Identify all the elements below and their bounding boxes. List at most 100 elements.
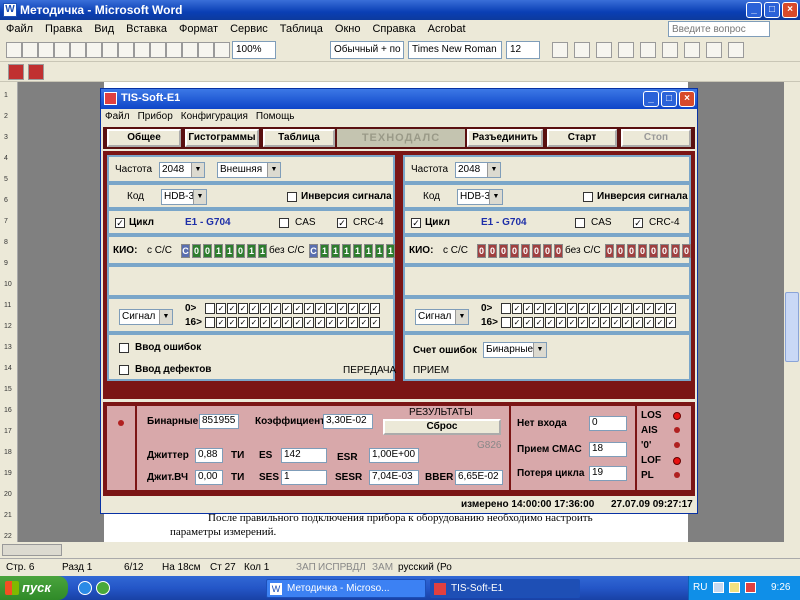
timeslot-checkbox[interactable]: ✓ bbox=[304, 317, 314, 328]
bold-icon[interactable] bbox=[552, 42, 568, 58]
tab-table[interactable]: Таблица bbox=[263, 129, 335, 147]
tx-signal-select[interactable]: Сигнал bbox=[119, 309, 173, 325]
timeslot-checkbox[interactable]: ✓ bbox=[512, 303, 522, 314]
timeslot-checkbox[interactable] bbox=[205, 303, 215, 314]
timeslot-checkbox[interactable] bbox=[501, 303, 511, 314]
timeslot-checkbox[interactable]: ✓ bbox=[611, 317, 621, 328]
tis-menu-item-0[interactable]: Файл bbox=[105, 111, 130, 122]
zoom-select[interactable]: 100% bbox=[232, 41, 276, 59]
italic-icon[interactable] bbox=[574, 42, 590, 58]
timeslot-checkbox[interactable]: ✓ bbox=[633, 317, 643, 328]
menu-item-8[interactable]: Справка bbox=[366, 23, 421, 35]
bit-cell[interactable]: 0 bbox=[499, 244, 508, 258]
bit-cell[interactable]: 0 bbox=[554, 244, 563, 258]
timeslot-checkbox[interactable]: ✓ bbox=[534, 303, 544, 314]
bit-cell[interactable]: 0 bbox=[627, 244, 636, 258]
tab-general[interactable]: Общее bbox=[107, 129, 181, 147]
timeslot-checkbox[interactable]: ✓ bbox=[655, 317, 665, 328]
tray-volume-icon[interactable] bbox=[729, 582, 740, 593]
rx-timeslot-row0[interactable]: ✓ ✓ ✓ ✓ ✓ ✓ ✓ ✓ ✓ ✓ ✓ ✓ ✓ ✓ ✓ bbox=[501, 303, 676, 315]
menu-item-3[interactable]: Вставка bbox=[120, 23, 173, 35]
menu-item-7[interactable]: Окно bbox=[329, 23, 367, 35]
timeslot-checkbox[interactable]: ✓ bbox=[282, 317, 292, 328]
rx-crc-checkbox[interactable]: ✓ bbox=[633, 218, 643, 228]
quicklaunch-media-icon[interactable] bbox=[96, 581, 110, 595]
cut-icon[interactable] bbox=[150, 42, 166, 58]
tray-security-icon[interactable] bbox=[745, 582, 756, 593]
timeslot-checkbox[interactable]: ✓ bbox=[216, 317, 226, 328]
bit-cell[interactable]: 0 bbox=[660, 244, 669, 258]
timeslot-checkbox[interactable]: ✓ bbox=[567, 317, 577, 328]
maximize-button[interactable]: □ bbox=[764, 2, 780, 18]
task-tis[interactable]: TIS-Soft-E1 bbox=[430, 579, 580, 598]
spelling-icon[interactable] bbox=[118, 42, 134, 58]
timeslot-checkbox[interactable]: ✓ bbox=[326, 303, 336, 314]
align-left-icon[interactable] bbox=[618, 42, 634, 58]
stop-button[interactable]: Стоп bbox=[621, 129, 691, 147]
timeslot-checkbox[interactable]: ✓ bbox=[633, 303, 643, 314]
menu-item-6[interactable]: Таблица bbox=[274, 23, 329, 35]
menu-item-5[interactable]: Сервис bbox=[224, 23, 274, 35]
timeslot-checkbox[interactable]: ✓ bbox=[282, 303, 292, 314]
bit-cell[interactable]: 1 bbox=[375, 244, 384, 258]
scroll-thumb[interactable] bbox=[785, 292, 799, 362]
tis-close-button[interactable]: × bbox=[679, 91, 695, 107]
timeslot-checkbox[interactable]: ✓ bbox=[260, 303, 270, 314]
view-buttons[interactable] bbox=[2, 544, 62, 556]
timeslot-checkbox[interactable]: ✓ bbox=[523, 317, 533, 328]
timeslot-checkbox[interactable]: ✓ bbox=[644, 303, 654, 314]
bit-cell[interactable]: C bbox=[309, 244, 318, 258]
bit-cell[interactable]: 0 bbox=[521, 244, 530, 258]
bit-cell[interactable]: 0 bbox=[488, 244, 497, 258]
timeslot-checkbox[interactable]: ✓ bbox=[238, 303, 248, 314]
justify-icon[interactable] bbox=[684, 42, 700, 58]
timeslot-checkbox[interactable]: ✓ bbox=[304, 303, 314, 314]
close-button[interactable]: × bbox=[782, 2, 798, 18]
menu-item-0[interactable]: Файл bbox=[0, 23, 39, 35]
timeslot-checkbox[interactable]: ✓ bbox=[238, 317, 248, 328]
timeslot-checkbox[interactable]: ✓ bbox=[271, 317, 281, 328]
timeslot-checkbox[interactable]: ✓ bbox=[556, 317, 566, 328]
font-select[interactable]: Times New Roman bbox=[408, 41, 502, 59]
tx-cycle-checkbox[interactable]: ✓ bbox=[115, 218, 125, 228]
highlight-icon[interactable] bbox=[728, 42, 744, 58]
timeslot-checkbox[interactable]: ✓ bbox=[315, 303, 325, 314]
bit-cell[interactable]: 1 bbox=[364, 244, 373, 258]
bit-cell[interactable]: 0 bbox=[543, 244, 552, 258]
bit-cell[interactable]: 0 bbox=[671, 244, 680, 258]
bit-cell[interactable]: 1 bbox=[247, 244, 256, 258]
timeslot-checkbox[interactable]: ✓ bbox=[216, 303, 226, 314]
tx-invert-checkbox[interactable] bbox=[287, 192, 297, 202]
timeslot-checkbox[interactable]: ✓ bbox=[622, 303, 632, 314]
menu-item-9[interactable]: Acrobat bbox=[422, 23, 472, 35]
timeslot-checkbox[interactable]: ✓ bbox=[545, 317, 555, 328]
timeslot-checkbox[interactable]: ✓ bbox=[589, 317, 599, 328]
minimize-button[interactable]: _ bbox=[746, 2, 762, 18]
tis-maximize-button[interactable]: □ bbox=[661, 91, 677, 107]
help-search-input[interactable]: Введите вопрос bbox=[668, 21, 770, 37]
menu-item-4[interactable]: Формат bbox=[173, 23, 224, 35]
menu-item-2[interactable]: Вид bbox=[88, 23, 120, 35]
timeslot-checkbox[interactable]: ✓ bbox=[249, 303, 259, 314]
timeslot-checkbox[interactable]: ✓ bbox=[600, 303, 610, 314]
rx-invert-checkbox[interactable] bbox=[583, 192, 593, 202]
timeslot-checkbox[interactable]: ✓ bbox=[523, 303, 533, 314]
bit-cell[interactable]: 1 bbox=[342, 244, 351, 258]
timeslot-checkbox[interactable]: ✓ bbox=[512, 317, 522, 328]
borders-icon[interactable] bbox=[706, 42, 722, 58]
tx-bits-without-ss[interactable]: C1111111 bbox=[309, 244, 395, 258]
timeslot-checkbox[interactable]: ✓ bbox=[655, 303, 665, 314]
timeslot-checkbox[interactable]: ✓ bbox=[578, 317, 588, 328]
align-right-icon[interactable] bbox=[662, 42, 678, 58]
timeslot-checkbox[interactable]: ✓ bbox=[337, 303, 347, 314]
format-painter-icon[interactable] bbox=[198, 42, 214, 58]
timeslot-checkbox[interactable]: ✓ bbox=[567, 303, 577, 314]
tray-network-icon[interactable] bbox=[713, 582, 724, 593]
print-icon[interactable] bbox=[86, 42, 102, 58]
timeslot-checkbox[interactable]: ✓ bbox=[644, 317, 654, 328]
timeslot-checkbox[interactable]: ✓ bbox=[271, 303, 281, 314]
timeslot-checkbox[interactable]: ✓ bbox=[337, 317, 347, 328]
timeslot-checkbox[interactable] bbox=[501, 317, 511, 328]
font-size-select[interactable]: 12 bbox=[506, 41, 540, 59]
timeslot-checkbox[interactable]: ✓ bbox=[556, 303, 566, 314]
